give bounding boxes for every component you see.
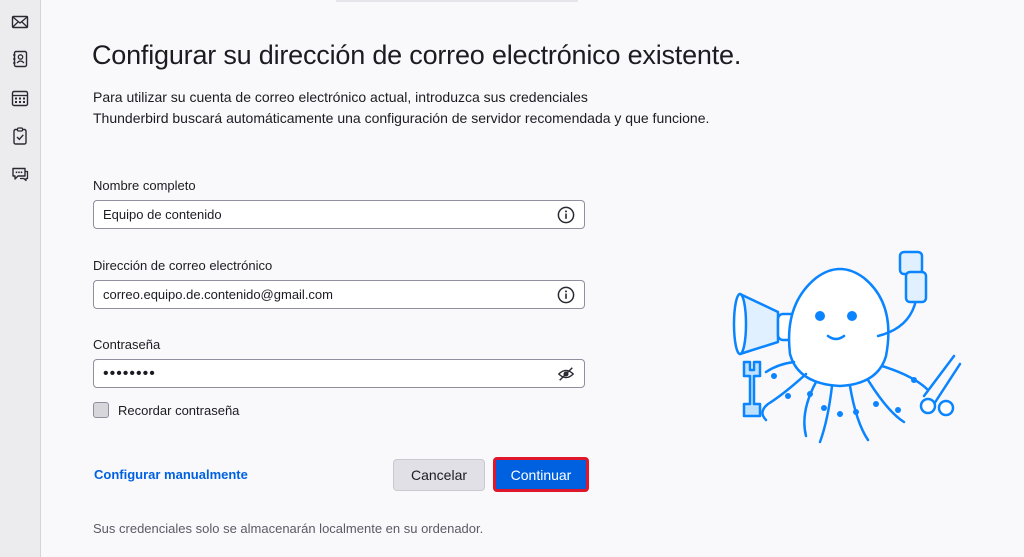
info-icon[interactable] bbox=[557, 206, 575, 224]
password-field-box bbox=[93, 359, 585, 388]
top-divider bbox=[336, 0, 578, 2]
eye-slash-icon[interactable] bbox=[557, 365, 575, 383]
info-icon[interactable] bbox=[557, 286, 575, 304]
manual-config-link[interactable]: Configurar manualmente bbox=[94, 467, 248, 482]
name-input[interactable] bbox=[103, 201, 543, 228]
remember-password-label: Recordar contraseña bbox=[118, 402, 240, 418]
email-label: Dirección de correo electrónico bbox=[93, 258, 273, 273]
intro-line-2: Thunderbird buscará automáticamente una … bbox=[93, 110, 710, 126]
continue-button[interactable]: Continuar bbox=[493, 457, 589, 492]
tasks-icon[interactable] bbox=[8, 124, 32, 148]
intro-text: Para utilizar su cuenta de correo electr… bbox=[93, 87, 709, 129]
credentials-footnote: Sus credenciales solo se almacenarán loc… bbox=[93, 521, 484, 536]
remember-password-row[interactable]: Recordar contraseña bbox=[93, 402, 239, 418]
password-label: Contraseña bbox=[93, 337, 161, 352]
name-field-box bbox=[93, 200, 585, 229]
calendar-icon[interactable] bbox=[8, 86, 32, 110]
remember-password-checkbox[interactable] bbox=[93, 402, 109, 418]
mail-icon[interactable] bbox=[8, 10, 32, 34]
octopus-mascot-illustration bbox=[732, 250, 962, 444]
page-title: Configurar su dirección de correo electr… bbox=[92, 40, 742, 70]
address-book-icon[interactable] bbox=[8, 47, 32, 71]
cancel-button[interactable]: Cancelar bbox=[393, 459, 485, 491]
chat-icon[interactable] bbox=[8, 162, 32, 186]
name-label: Nombre completo bbox=[93, 178, 196, 193]
email-field-box bbox=[93, 280, 585, 309]
spaces-toolbar bbox=[0, 0, 41, 557]
intro-line-1: Para utilizar su cuenta de correo electr… bbox=[93, 89, 588, 105]
email-input[interactable] bbox=[103, 281, 543, 308]
password-input[interactable] bbox=[103, 360, 543, 387]
